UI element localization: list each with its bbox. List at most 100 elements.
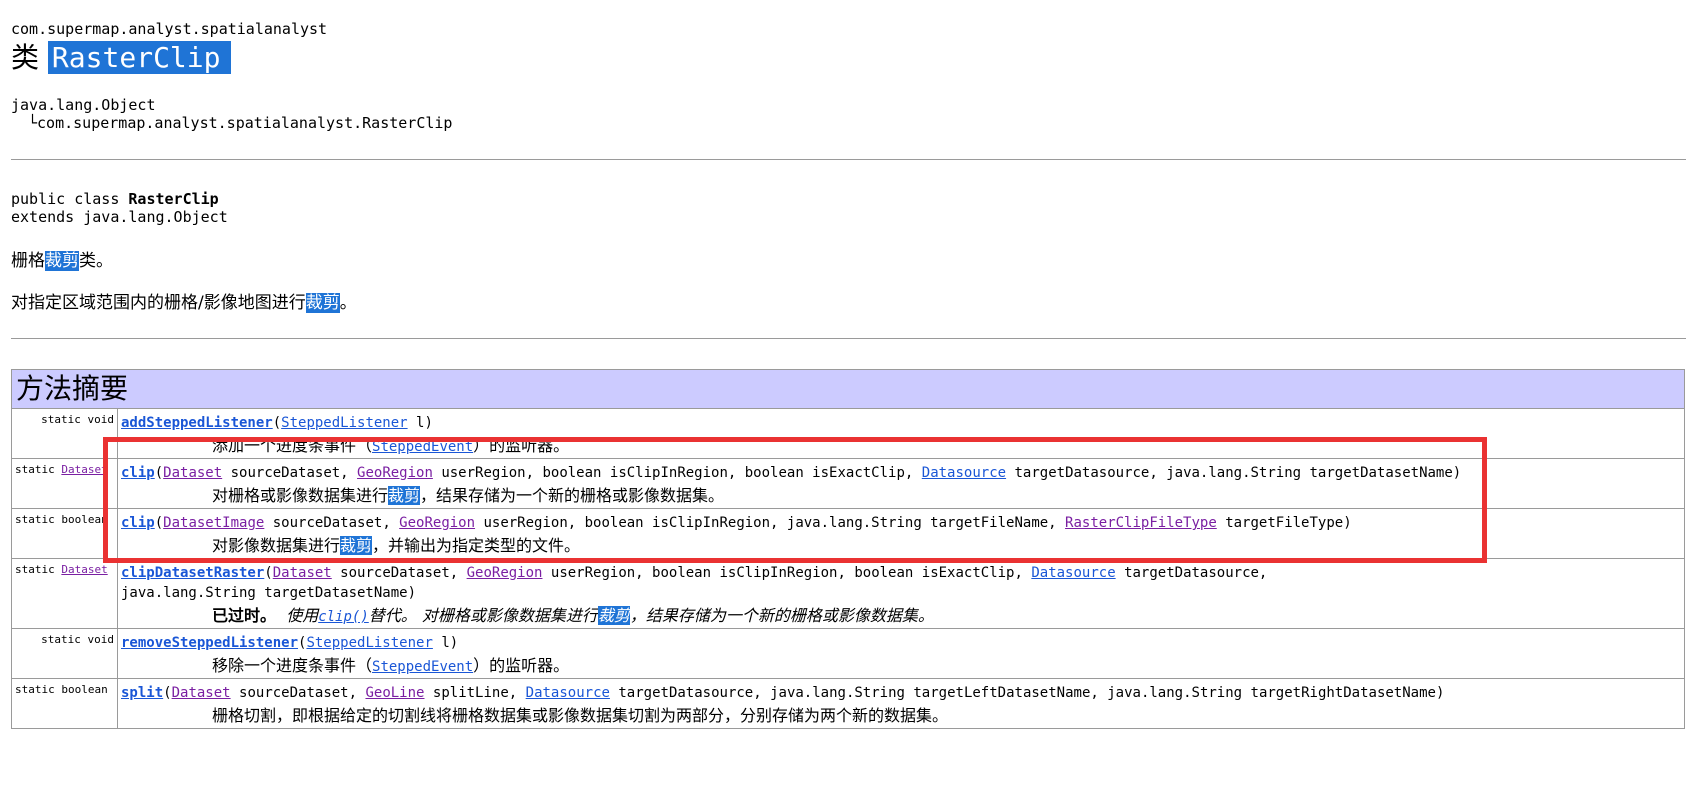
class-description-line2: 对指定区域范围内的栅格/影像地图进行裁剪。	[11, 288, 357, 313]
inheritance-marker: └	[28, 114, 38, 132]
search-highlight: 裁剪	[597, 606, 630, 625]
type-link-Datasource[interactable]: Datasource	[1031, 565, 1115, 581]
method-signature: removeSteppedListener(SteppedListener l)	[118, 629, 1684, 655]
method-modifier: static void	[11, 408, 118, 459]
type-link-GeoLine[interactable]: GeoLine	[365, 685, 424, 701]
type-link-SteppedListener[interactable]: SteppedListener	[281, 415, 407, 431]
type-link-Dataset[interactable]: Dataset	[172, 685, 231, 701]
sig-text: userRegion, boolean isClipInRegion, bool…	[542, 565, 1032, 581]
desc-text: ）的监听器。	[473, 656, 570, 675]
method-description: 已过时。 使用clip()替代。 对栅格或影像数据集进行裁剪，结果存储为一个新的…	[118, 605, 1684, 628]
class-description-line1: 栅格裁剪类。	[11, 246, 113, 271]
divider	[11, 159, 1686, 160]
table-row: static Dataset clipDatasetRaster(Dataset…	[11, 558, 1685, 629]
class-title-prefix: 类	[11, 41, 40, 74]
class-title-name: RasterClip	[47, 41, 231, 74]
type-link-RasterClipFileType[interactable]: RasterClipFileType	[1065, 515, 1217, 531]
class-title: 类 RasterClip	[11, 36, 231, 76]
method-link-addSteppedListener[interactable]: addSteppedListener	[121, 415, 273, 431]
method-cell: clip(Dataset sourceDataset, GeoRegion us…	[117, 458, 1685, 509]
desc-text: 。	[339, 293, 357, 313]
desc-text: ，并输出为指定类型的文件。	[372, 536, 581, 555]
modifier-text: static	[15, 463, 62, 476]
sig-text: l)	[432, 635, 459, 651]
type-link-Datasource[interactable]: Datasource	[922, 465, 1006, 481]
method-link-clip[interactable]: clip	[121, 465, 155, 481]
sig-text: userRegion, boolean isClipInRegion, bool…	[432, 465, 922, 481]
sig-text: sourceDataset,	[331, 565, 467, 581]
type-link-SteppedListener[interactable]: SteppedListener	[306, 635, 432, 651]
method-link-removeSteppedListener[interactable]: removeSteppedListener	[121, 635, 298, 651]
sig-text: userRegion, boolean isClipInRegion, java…	[475, 515, 1066, 531]
type-link-GeoRegion[interactable]: GeoRegion	[357, 465, 433, 481]
sig-text: sourceDataset,	[222, 465, 358, 481]
desc-text: 对指定区域范围内的栅格/影像地图进行	[11, 293, 306, 313]
desc-text: 添加一个进度条事件（	[212, 436, 373, 455]
desc-text: ）的监听器。	[473, 436, 570, 455]
desc-text: 替代。 对栅格或影像数据集进行	[368, 606, 598, 625]
method-signature: clip(DatasetImage sourceDataset, GeoRegi…	[121, 515, 1352, 531]
type-link-SteppedEvent[interactable]: SteppedEvent	[372, 659, 473, 675]
modifier-text: static	[15, 563, 62, 576]
type-link-Dataset[interactable]: Dataset	[61, 563, 107, 576]
method-signature: clipDatasetRaster(Dataset sourceDataset,…	[121, 565, 1268, 601]
method-modifier: static boolean	[11, 678, 118, 729]
method-modifier: static void	[11, 628, 118, 679]
sig-text: sourceDataset,	[230, 685, 366, 701]
method-description: 添加一个进度条事件（SteppedEvent）的监听器。	[118, 435, 1684, 458]
search-highlight: 裁剪	[305, 293, 340, 313]
method-cell: removeSteppedListener(SteppedListener l)…	[117, 628, 1685, 679]
type-link-SteppedEvent[interactable]: SteppedEvent	[372, 439, 473, 455]
method-modifier: static Dataset	[11, 458, 118, 509]
method-signature: clip(Dataset sourceDataset, GeoRegion us…	[121, 465, 1462, 481]
desc-text: 使用	[286, 606, 319, 625]
table-row: static boolean clip(DatasetImage sourceD…	[11, 508, 1685, 559]
method-summary-header: 方法摘要	[11, 369, 1685, 409]
sig-text: targetFileType)	[1216, 515, 1352, 531]
divider	[11, 338, 1686, 339]
type-link-Dataset[interactable]: Dataset	[61, 463, 107, 476]
sig-text: targetDatasource,	[1115, 565, 1268, 581]
method-description: 对影像数据集进行裁剪，并输出为指定类型的文件。	[118, 535, 1684, 557]
method-description: 对栅格或影像数据集进行裁剪，结果存储为一个新的栅格或影像数据集。	[118, 485, 1684, 507]
desc-text: 栅格	[11, 251, 45, 271]
method-cell: addSteppedListener(SteppedListener l) 添加…	[117, 408, 1685, 459]
sig-text: targetDatasource, java.lang.String targe…	[609, 685, 1445, 701]
sig-text: l)	[407, 415, 433, 431]
sig-text: splitLine,	[424, 685, 526, 701]
method-link-clip[interactable]: clip	[121, 515, 155, 531]
table-row: static Dataset clip(Dataset sourceDatase…	[11, 458, 1685, 509]
method-description: 栅格切割，即根据给定的切割线将栅格数据集或影像数据集切割为两部分，分别存储为两个…	[212, 706, 949, 725]
method-cell: split(Dataset sourceDataset, GeoLine spl…	[117, 678, 1685, 729]
method-signature: addSteppedListener(SteppedListener l)	[118, 409, 1684, 435]
table-row: static void removeSteppedListener(Steppe…	[11, 628, 1685, 679]
method-modifier: static boolean	[11, 508, 118, 559]
desc-text: 对栅格或影像数据集进行	[212, 486, 389, 505]
method-cell: clipDatasetRaster(Dataset sourceDataset,…	[117, 558, 1685, 629]
class-declaration: public class RasterClip	[11, 190, 219, 208]
method-link-clip[interactable]: clip()	[318, 609, 369, 625]
method-summary-table: 方法摘要 static void addSteppedListener(Step…	[11, 369, 1685, 729]
type-link-Dataset[interactable]: Dataset	[163, 465, 222, 481]
method-link-clipDatasetRaster[interactable]: clipDatasetRaster	[121, 565, 264, 581]
inheritance-child: └com.supermap.analyst.spatialanalyst.Ras…	[28, 114, 452, 132]
inheritance-child-name: com.supermap.analyst.spatialanalyst.Rast…	[37, 114, 453, 132]
desc-text: 类。	[79, 251, 113, 271]
type-link-Datasource[interactable]: Datasource	[526, 685, 610, 701]
inheritance-root: java.lang.Object	[11, 96, 156, 114]
desc-text: ，结果存储为一个新的栅格或影像数据集。	[629, 606, 934, 625]
type-link-GeoRegion[interactable]: GeoRegion	[399, 515, 475, 531]
search-highlight: 裁剪	[340, 536, 373, 555]
type-link-Dataset[interactable]: Dataset	[273, 565, 332, 581]
sig-text: java.lang.String targetDatasetName)	[121, 585, 417, 601]
desc-text: 对影像数据集进行	[212, 536, 341, 555]
declaration-prefix: public class	[11, 190, 129, 208]
sig-text: targetDatasource, java.lang.String targe…	[1006, 465, 1462, 481]
method-link-split[interactable]: split	[121, 685, 163, 701]
method-description: 移除一个进度条事件（SteppedEvent）的监听器。	[118, 655, 1684, 678]
deprecated-label: 已过时。	[212, 606, 277, 625]
type-link-GeoRegion[interactable]: GeoRegion	[467, 565, 543, 581]
search-highlight: 裁剪	[45, 251, 79, 271]
method-signature: split(Dataset sourceDataset, GeoLine spl…	[121, 685, 1445, 701]
type-link-DatasetImage[interactable]: DatasetImage	[163, 515, 264, 531]
